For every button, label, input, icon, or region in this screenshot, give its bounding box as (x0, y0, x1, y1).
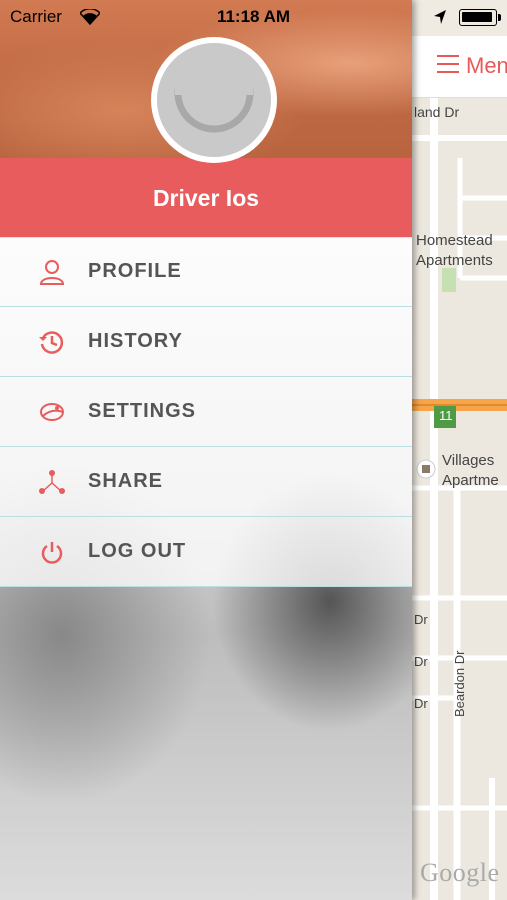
location-arrow-icon (434, 10, 446, 24)
drawer-menu: PROFILE HISTORY SETTINGS SHARE LOG OUT (0, 237, 412, 587)
map-label-beardon: Beardon Dr (452, 650, 467, 717)
battery-tip (498, 14, 501, 21)
settings-icon (40, 403, 64, 421)
status-bar: Carrier 11:18 AM (0, 0, 507, 36)
menu-item-logout[interactable]: LOG OUT (0, 517, 412, 587)
menu-item-history[interactable]: HISTORY (0, 307, 412, 377)
menu-item-label: SETTINGS (88, 400, 197, 422)
menu-button-label[interactable]: Menu (466, 53, 507, 79)
battery-icon (459, 9, 497, 26)
menu-item-label: SHARE (88, 470, 164, 492)
map-label-apartments-2: Apartme (442, 472, 499, 489)
menu-item-label: HISTORY (88, 330, 183, 352)
map-label-apartments: Apartments (416, 252, 493, 269)
menu-item-profile[interactable]: PROFILE (0, 237, 412, 307)
menu-item-share[interactable]: SHARE (0, 447, 412, 517)
menu-item-settings[interactable]: SETTINGS (0, 377, 412, 447)
map-label-street-3: Dr (414, 654, 428, 669)
user-name: Driver Ios (152, 185, 260, 211)
menu-item-label: PROFILE (88, 260, 182, 282)
map-label-street-2: Dr (414, 612, 428, 627)
history-clock-icon (39, 331, 64, 354)
map-label-street-4: Dr (414, 696, 428, 711)
avatar-placeholder-icon (157, 43, 271, 157)
user-name-bar: Driver Ios (0, 158, 412, 238)
menu-item-label: LOG OUT (88, 540, 187, 562)
avatar[interactable] (151, 37, 277, 163)
nav-bar: Menu (412, 36, 507, 98)
map-label-villages: Villages (442, 452, 495, 469)
share-icon (39, 470, 65, 494)
map-view[interactable]: Menu land Dr Homestead Apartments 11 Vil… (412, 0, 507, 900)
power-icon (41, 542, 63, 564)
highway-shield-label: 11 (439, 408, 453, 423)
user-icon (39, 260, 65, 285)
status-time: 11:18 AM (216, 7, 291, 26)
hamburger-icon[interactable] (437, 55, 459, 73)
map-label-homestead: Homestead (416, 232, 493, 249)
map-canvas[interactable] (412, 98, 507, 900)
map-label-street: land Dr (414, 104, 460, 120)
google-attribution: Google (420, 858, 500, 887)
side-drawer: Driver Ios PROFILE HISTORY SETTINGS SHAR… (0, 0, 412, 900)
